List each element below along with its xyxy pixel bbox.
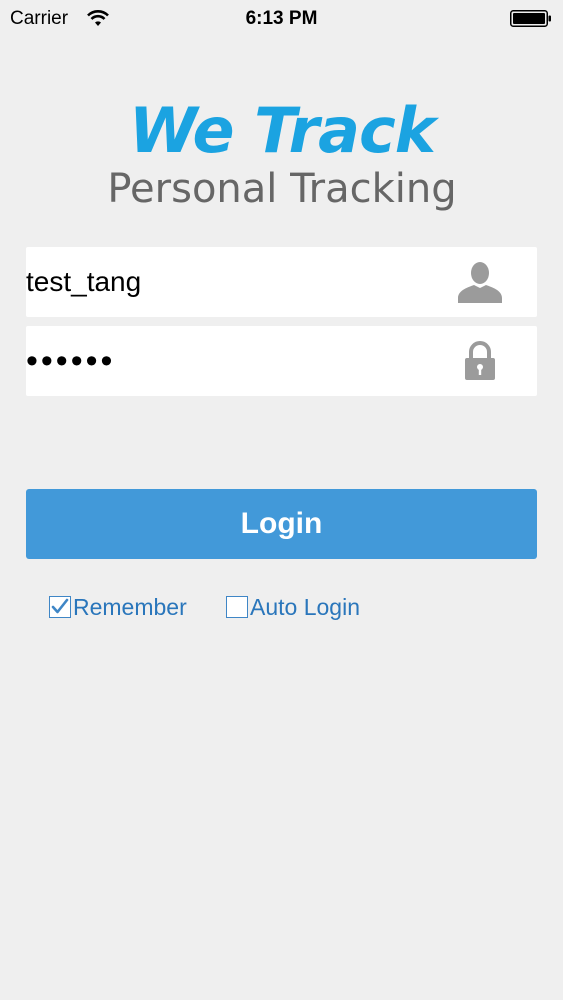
remember-label: Remember <box>73 593 187 620</box>
user-icon <box>457 261 503 303</box>
remember-option[interactable]: Remember <box>49 593 187 621</box>
logo-title: We Track <box>129 94 436 167</box>
username-field[interactable] <box>26 247 537 317</box>
lock-icon <box>457 340 503 382</box>
checkmark-icon <box>51 598 69 614</box>
auto-login-label: Auto Login <box>250 593 360 620</box>
password-field[interactable] <box>26 326 537 396</box>
battery-icon <box>510 10 552 27</box>
logo-subtitle: Personal Tracking <box>107 166 457 212</box>
status-bar: Carrier 6:13 PM <box>0 0 563 38</box>
login-screen: Carrier 6:13 PM We Track Personal Tracki… <box>0 0 563 1000</box>
status-time: 6:13 PM <box>245 8 318 29</box>
username-input[interactable] <box>26 247 446 317</box>
password-input[interactable] <box>26 326 446 396</box>
auto-login-option[interactable]: Auto Login <box>226 593 360 621</box>
login-button[interactable]: Login <box>26 489 537 559</box>
auto-login-checkbox[interactable] <box>226 596 248 618</box>
remember-checkbox[interactable] <box>49 596 71 618</box>
app-logo: We Track Personal Tracking <box>100 96 464 226</box>
